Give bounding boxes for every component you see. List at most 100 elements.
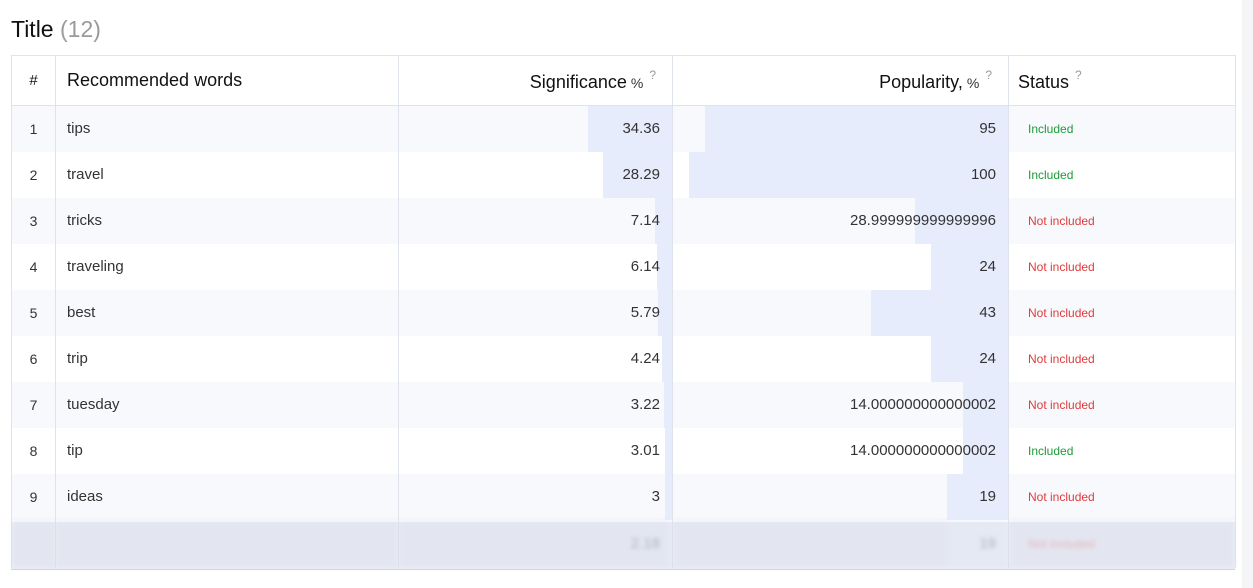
row-number-cell: 3 bbox=[11, 197, 56, 244]
table-row[interactable]: 7 tuesday 3.22 14.000000000000002 Not includ… bbox=[11, 381, 1236, 428]
popularity-value: 100 bbox=[970, 166, 996, 183]
significance-value: 4.24 bbox=[630, 350, 660, 367]
popularity-cell: 43 bbox=[672, 289, 1009, 336]
column-header-recommended-words[interactable]: Recommended words bbox=[55, 55, 399, 106]
significance-cell: 3.01 bbox=[398, 427, 673, 474]
status-badge: Not included bbox=[1028, 259, 1095, 274]
significance-cell: 3.22 bbox=[398, 381, 673, 428]
word-cell bbox=[55, 519, 399, 568]
status-badge: Included bbox=[1028, 443, 1074, 458]
popularity-bar bbox=[704, 106, 1008, 152]
significance-cell: 3 bbox=[398, 473, 673, 520]
word-cell: ideas bbox=[55, 473, 399, 520]
table-row[interactable]: 3 tricks 7.14 28.999999999999996 Not include… bbox=[11, 197, 1236, 244]
popularity-cell: 14.000000000000002 bbox=[672, 381, 1009, 428]
word-cell: best bbox=[55, 289, 399, 336]
popularity-value: 24 bbox=[979, 258, 996, 275]
status-badge: Not included bbox=[1028, 536, 1095, 551]
significance-value: 28.29 bbox=[622, 166, 660, 183]
section-title: Title (12) bbox=[11, 14, 101, 44]
significance-value: 7.14 bbox=[630, 212, 660, 229]
table-row[interactable]: 1 tips 34.36 95 Included bbox=[11, 105, 1236, 152]
table-row[interactable]: 9 ideas 3 19 Not included bbox=[11, 473, 1236, 520]
row-number: 3 bbox=[29, 212, 38, 229]
column-header-significance[interactable]: Significance%? bbox=[398, 55, 673, 106]
significance-cell: 28.29 bbox=[398, 151, 673, 198]
significance-cell: 5.79 bbox=[398, 289, 673, 336]
status-cell: Included bbox=[1008, 105, 1236, 152]
table-row[interactable]: 5 best 5.79 43 Not included bbox=[11, 289, 1236, 336]
significance-value: 5.79 bbox=[630, 304, 660, 321]
popularity-value: 14.000000000000002 bbox=[850, 442, 996, 459]
popularity-value: 14.000000000000002 bbox=[850, 396, 996, 413]
row-number-cell: 5 bbox=[11, 289, 56, 336]
recommended-word: tuesday bbox=[67, 396, 120, 413]
significance-value: 6.14 bbox=[630, 258, 660, 275]
recommended-word: best bbox=[67, 304, 96, 321]
significance-value: 2.18 bbox=[630, 535, 660, 552]
popularity-cell: 19 bbox=[672, 473, 1009, 520]
popularity-value: 24 bbox=[979, 350, 996, 367]
status-cell: Not included bbox=[1008, 289, 1236, 336]
popularity-help-icon[interactable]: ? bbox=[985, 68, 992, 82]
table-row[interactable]: 2.18 19 Not included bbox=[11, 519, 1236, 568]
status-badge: Not included bbox=[1028, 351, 1095, 366]
table-body: 1 tips 34.36 95 Included 2 travel 28.29 100 Inclu… bbox=[11, 105, 1236, 568]
popularity-cell: 14.000000000000002 bbox=[672, 427, 1009, 474]
popularity-value: 43 bbox=[979, 304, 996, 321]
popularity-value: 19 bbox=[979, 488, 996, 505]
column-header-popularity-label: Popularity, bbox=[879, 72, 963, 92]
significance-unit: % bbox=[630, 75, 644, 91]
column-header-popularity[interactable]: Popularity,%? bbox=[672, 55, 1009, 106]
recommended-word: trip bbox=[67, 350, 88, 367]
significance-value: 3.22 bbox=[630, 396, 660, 413]
row-number: 7 bbox=[29, 396, 38, 413]
row-number: 9 bbox=[29, 488, 38, 505]
status-cell: Included bbox=[1008, 427, 1236, 474]
status-help-icon[interactable]: ? bbox=[1075, 68, 1082, 82]
status-badge: Not included bbox=[1028, 397, 1095, 412]
word-cell: tip bbox=[55, 427, 399, 474]
row-number: 4 bbox=[29, 258, 38, 275]
row-number-cell bbox=[11, 519, 56, 568]
recommended-word: travel bbox=[67, 166, 104, 183]
status-cell: Not included bbox=[1008, 473, 1236, 520]
significance-help-icon[interactable]: ? bbox=[649, 68, 656, 82]
recommended-word: ideas bbox=[67, 488, 103, 505]
row-number: 1 bbox=[29, 120, 38, 137]
recommended-word: tips bbox=[67, 120, 91, 138]
status-badge: Not included bbox=[1028, 489, 1095, 504]
popularity-value: 95 bbox=[979, 120, 996, 138]
row-number-cell: 4 bbox=[11, 243, 56, 290]
table-row[interactable]: 6 trip 4.24 24 Not included bbox=[11, 335, 1236, 382]
column-header-number[interactable]: # bbox=[11, 55, 56, 106]
significance-value: 3.01 bbox=[630, 442, 660, 459]
table-row[interactable]: 4 traveling 6.14 24 Not included bbox=[11, 243, 1236, 290]
row-number: 2 bbox=[29, 166, 38, 183]
significance-cell: 7.14 bbox=[398, 197, 673, 244]
recommended-word: traveling bbox=[67, 258, 124, 275]
popularity-cell: 95 bbox=[672, 105, 1009, 152]
row-number-cell: 8 bbox=[11, 427, 56, 474]
popularity-cell: 24 bbox=[672, 243, 1009, 290]
table-row[interactable]: 2 travel 28.29 100 Included bbox=[11, 151, 1236, 198]
popularity-unit: % bbox=[966, 75, 980, 91]
popularity-value: 28.999999999999996 bbox=[850, 212, 996, 229]
popularity-bar bbox=[688, 151, 1008, 198]
status-badge: Not included bbox=[1028, 305, 1095, 320]
row-number: 5 bbox=[29, 304, 38, 321]
popularity-cell: 19 bbox=[672, 519, 1009, 568]
significance-value: 34.36 bbox=[622, 120, 660, 138]
popularity-value: 19 bbox=[979, 535, 996, 552]
word-cell: traveling bbox=[55, 243, 399, 290]
table-row[interactable]: 8 tip 3.01 14.000000000000002 Included bbox=[11, 427, 1236, 474]
popularity-cell: 28.999999999999996 bbox=[672, 197, 1009, 244]
row-number-cell: 6 bbox=[11, 335, 56, 382]
word-cell: tips bbox=[55, 105, 399, 152]
word-cell: tuesday bbox=[55, 381, 399, 428]
column-header-status[interactable]: Status? bbox=[1008, 55, 1236, 106]
significance-cell: 6.14 bbox=[398, 243, 673, 290]
recommended-words-panel: Title (12) # Recommended words Significa… bbox=[0, 0, 1242, 588]
section-count: (12) bbox=[60, 16, 101, 42]
status-badge: Included bbox=[1028, 167, 1074, 182]
